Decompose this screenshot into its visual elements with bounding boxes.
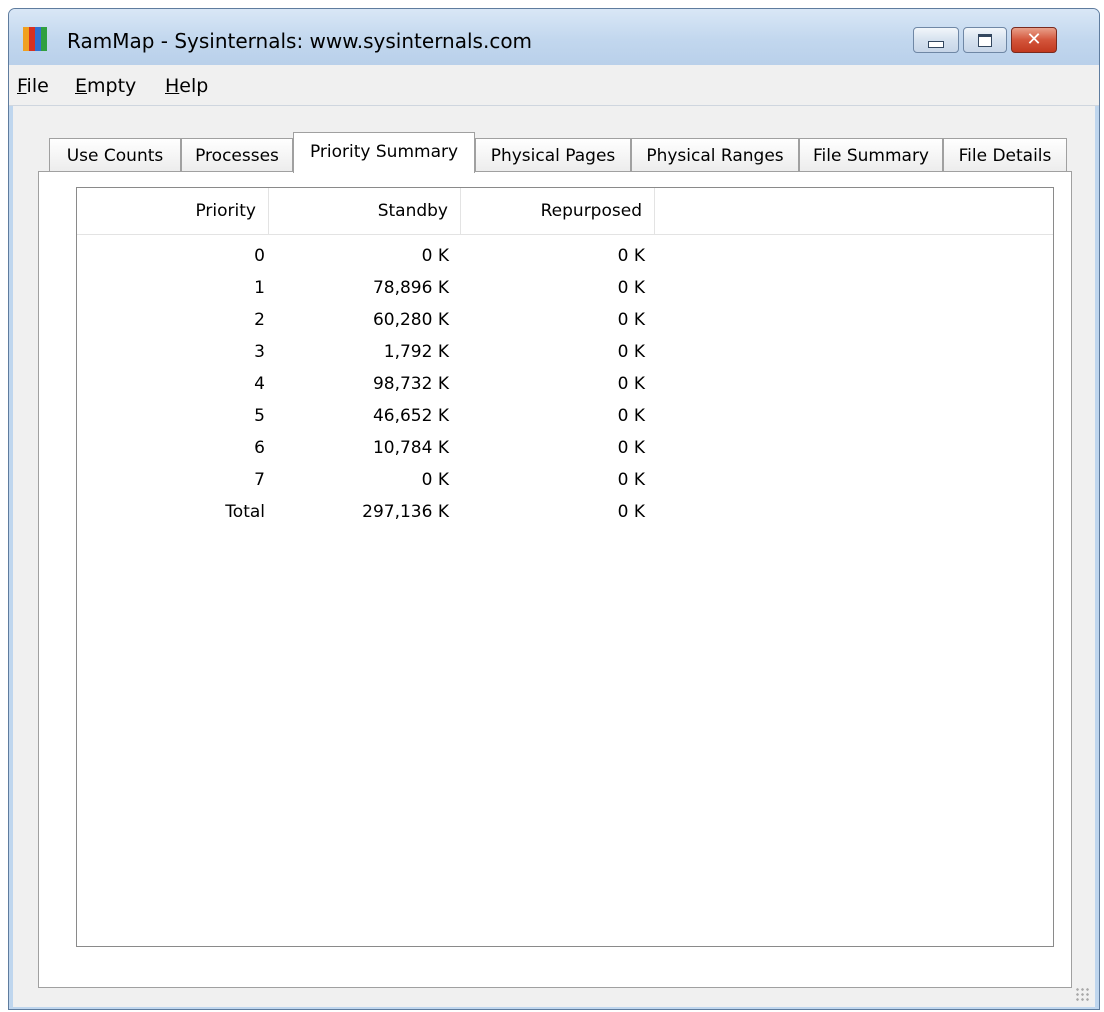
cell-repurposed: 0 K [617,246,645,266]
cell-repurposed: 0 K [617,310,645,330]
cell-priority: Total [225,502,265,522]
priority-list-view[interactable]: Priority Standby Repurposed 0 0 K 0 K 1 … [76,187,1054,947]
menu-help[interactable]: Help [165,75,208,97]
cell-repurposed: 0 K [617,406,645,426]
table-row[interactable]: 4 98,732 K 0 K [77,368,1053,400]
tab-priority-summary[interactable]: Priority Summary [293,132,475,173]
table-row[interactable]: 6 10,784 K 0 K [77,432,1053,464]
table-row[interactable]: 0 0 K 0 K [77,240,1053,272]
table-row[interactable]: 1 78,896 K 0 K [77,272,1053,304]
cell-standby: 60,280 K [372,310,449,330]
cell-priority: 0 [254,246,265,266]
minimize-button[interactable] [913,27,959,53]
cell-standby: 46,652 K [372,406,449,426]
table-row[interactable]: 2 60,280 K 0 K [77,304,1053,336]
table-row[interactable]: 7 0 K 0 K [77,464,1053,496]
minimize-icon [928,40,944,48]
cell-repurposed: 0 K [617,342,645,362]
cell-standby: 297,136 K [362,502,449,522]
maximize-button[interactable] [963,27,1007,53]
tab-file-details[interactable]: File Details [943,138,1067,172]
tab-strip: Use Counts Processes Priority Summary Ph… [13,106,1095,173]
cell-standby: 98,732 K [372,374,449,394]
cell-standby: 10,784 K [372,438,449,458]
cell-repurposed: 0 K [617,438,645,458]
client-area: Use Counts Processes Priority Summary Ph… [13,106,1095,1007]
cell-repurposed: 0 K [617,502,645,522]
table-row[interactable]: 3 1,792 K 0 K [77,336,1053,368]
column-header-standby[interactable]: Standby [269,188,461,234]
app-window: RamMap - Sysinternals: www.sysinternals.… [8,8,1100,1010]
table-row-total[interactable]: Total 297,136 K 0 K [77,496,1053,528]
tab-physical-pages[interactable]: Physical Pages [475,138,631,172]
cell-priority: 5 [254,406,265,426]
menu-empty[interactable]: Empty [75,75,136,97]
list-header: Priority Standby Repurposed [77,188,1053,235]
cell-priority: 6 [254,438,265,458]
resize-grip-icon[interactable] [1075,987,1089,1001]
tab-file-summary[interactable]: File Summary [799,138,943,172]
tab-use-counts[interactable]: Use Counts [49,138,181,172]
close-icon: ✕ [1026,29,1042,50]
cell-priority: 2 [254,310,265,330]
list-rows: 0 0 K 0 K 1 78,896 K 0 K 2 60,280 K 0 K [77,240,1053,528]
maximize-icon [978,33,992,47]
cell-standby: 1,792 K [383,342,449,362]
cell-standby: 0 K [421,470,449,490]
table-row[interactable]: 5 46,652 K 0 K [77,400,1053,432]
cell-repurposed: 0 K [617,278,645,298]
cell-priority: 3 [254,342,265,362]
cell-repurposed: 0 K [617,470,645,490]
rammap-bars-icon [23,27,47,51]
window-title: RamMap - Sysinternals: www.sysinternals.… [67,29,533,53]
column-header-priority[interactable]: Priority [77,188,269,234]
tab-processes[interactable]: Processes [181,138,293,172]
cell-priority: 7 [254,470,265,490]
cell-priority: 1 [254,278,265,298]
cell-standby: 78,896 K [372,278,449,298]
menu-bar: File Empty Help [9,65,1099,106]
close-button[interactable]: ✕ [1011,27,1057,53]
tab-physical-ranges[interactable]: Physical Ranges [631,138,799,172]
cell-priority: 4 [254,374,265,394]
tab-panel: Priority Standby Repurposed 0 0 K 0 K 1 … [38,171,1072,988]
column-header-repurposed[interactable]: Repurposed [461,188,655,234]
title-bar[interactable]: RamMap - Sysinternals: www.sysinternals.… [9,9,1099,65]
menu-file[interactable]: File [17,75,49,97]
cell-standby: 0 K [421,246,449,266]
cell-repurposed: 0 K [617,374,645,394]
